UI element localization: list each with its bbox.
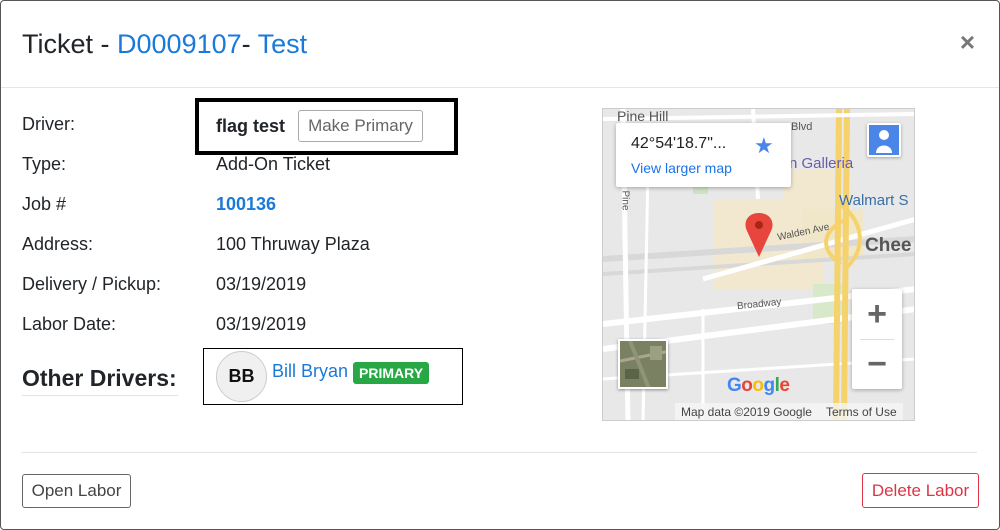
map-info-card: 42°54'18.7"... ★ View larger map — [616, 123, 791, 187]
labor-date-value: 03/19/2019 — [216, 314, 307, 334]
zoom-out-button[interactable]: − — [852, 339, 902, 389]
driver-name: flag test — [216, 116, 286, 136]
map-label-blvd: Blvd — [791, 121, 813, 133]
map-label-chee: Chee — [865, 235, 912, 256]
title-prefix: Ticket - — [22, 29, 118, 59]
map-data-credit: Map data ©2019 Google — [681, 405, 812, 419]
map-label-walmart: Walmart S — [839, 192, 909, 209]
street-view-pegman-icon[interactable] — [867, 123, 901, 157]
primary-badge: PRIMARY — [353, 362, 430, 384]
view-larger-map-link[interactable]: View larger map — [631, 160, 732, 176]
address-value: 100 Thruway Plaza — [216, 234, 370, 254]
map-label-pine: Pine — [619, 190, 631, 211]
labor-date-label: Labor Date: — [22, 314, 117, 334]
address-label: Address: — [22, 234, 94, 254]
map-coordinates: 42°54'18.7"... — [631, 135, 727, 152]
type-value: Add-On Ticket — [216, 154, 331, 174]
footer-divider — [21, 452, 977, 453]
open-labor-button[interactable]: Open Labor — [22, 474, 131, 508]
terms-of-use-link[interactable]: Terms of Use — [826, 405, 897, 419]
other-driver-card: BB Bill Bryan PRIMARY — [203, 348, 463, 405]
ticket-modal: Ticket - D0009107- Test × Driver: flag t… — [0, 0, 1000, 530]
map-embed[interactable]: Pine Hill Blvd n Galleria Walmart S Chee… — [602, 108, 915, 421]
map-label-pine-hill: Pine Hill — [617, 108, 669, 124]
make-primary-button[interactable]: Make Primary — [298, 110, 423, 142]
zoom-in-button[interactable]: + — [852, 289, 902, 339]
other-driver-name-link[interactable]: Bill Bryan — [272, 361, 348, 382]
ticket-id-link[interactable]: D0009107 — [117, 29, 242, 59]
star-icon[interactable]: ★ — [754, 133, 774, 159]
zoom-controls: + − — [852, 289, 902, 389]
satellite-toggle[interactable] — [618, 339, 668, 389]
avatar: BB — [216, 351, 267, 402]
map-label-galleria: n Galleria — [789, 155, 854, 172]
google-logo: Google — [727, 375, 790, 396]
modal-header: Ticket - D0009107- Test × — [1, 1, 999, 88]
map-attribution: Map data ©2019 Google Terms of Use — [675, 403, 903, 420]
job-number-link[interactable]: 100136 — [216, 194, 276, 215]
modal-title: Ticket - D0009107- Test — [22, 29, 307, 60]
other-drivers-heading: Other Drivers: — [22, 363, 178, 396]
job-label: Job # — [22, 194, 67, 214]
type-label: Type: — [22, 154, 67, 174]
driver-highlight-box: flag test Make Primary — [195, 98, 458, 155]
close-icon[interactable]: × — [960, 29, 975, 55]
ticket-name-link[interactable]: Test — [258, 29, 308, 59]
delivery-value: 03/19/2019 — [216, 274, 307, 294]
title-separator: - — [241, 29, 258, 59]
driver-label: Driver: — [22, 114, 75, 134]
delivery-label: Delivery / Pickup: — [22, 274, 162, 294]
delete-labor-button[interactable]: Delete Labor — [862, 473, 979, 508]
